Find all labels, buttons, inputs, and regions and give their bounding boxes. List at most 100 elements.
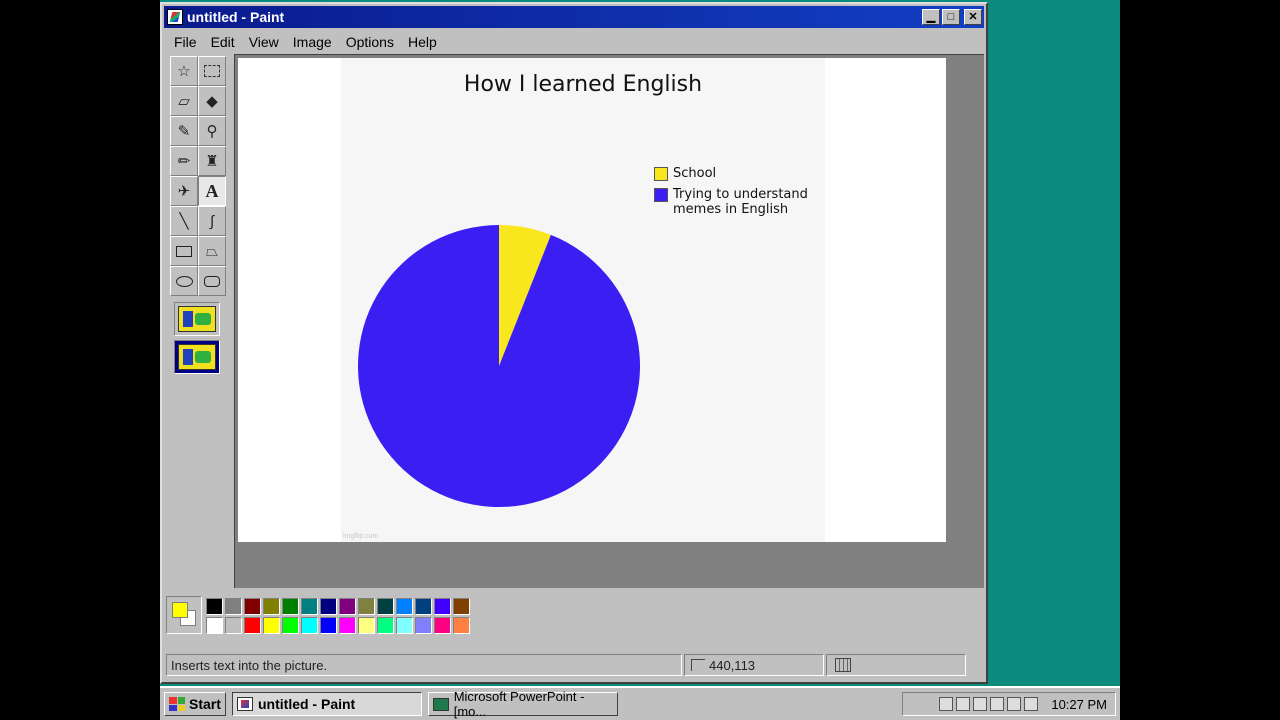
palette-swatch[interactable] [377, 598, 394, 615]
tool-options [174, 302, 224, 374]
chart-legend: School Trying to understand memes in Eng… [654, 166, 813, 223]
palette-swatch[interactable] [453, 617, 470, 634]
magnifier-icon[interactable]: ⚲ [198, 116, 226, 146]
legend-label-school: School [673, 166, 717, 181]
paint-app-icon[interactable] [167, 9, 183, 25]
start-label: Start [189, 696, 221, 712]
windows-logo-icon [169, 697, 185, 711]
transparent-background-option[interactable] [174, 340, 220, 374]
maximize-button[interactable]: □ [942, 9, 960, 25]
start-button[interactable]: Start [164, 692, 226, 716]
tray-icon-1[interactable] [939, 697, 954, 711]
cursor-position: 440,113 [709, 657, 756, 673]
palette-swatch[interactable] [339, 617, 356, 634]
palette-swatch[interactable] [434, 598, 451, 615]
line-icon[interactable]: ╲ [170, 206, 198, 236]
palette-swatch[interactable] [320, 598, 337, 615]
status-size [826, 654, 966, 676]
paint-window: untitled - Paint ▁ □ ✕ File Edit View Im… [160, 2, 988, 684]
palette-swatch[interactable] [415, 598, 432, 615]
palette-swatch[interactable] [320, 617, 337, 634]
menu-image[interactable]: Image [287, 34, 340, 50]
palette-swatch[interactable] [263, 617, 280, 634]
palette-swatch[interactable] [206, 617, 223, 634]
pie-chart: How I learned English School Trying to u… [341, 58, 825, 542]
legend-label-memes: Trying to understand memes in English [673, 187, 808, 217]
pie-chart-svg [357, 225, 640, 508]
menu-options[interactable]: Options [340, 34, 402, 50]
tray-icon-5[interactable] [1024, 697, 1039, 711]
palette-swatch[interactable] [263, 598, 280, 615]
tray-icon-2[interactable] [956, 697, 971, 711]
drawing-canvas[interactable]: How I learned English School Trying to u… [238, 58, 946, 542]
palette-swatch[interactable] [358, 598, 375, 615]
palette-swatch[interactable] [282, 617, 299, 634]
foreground-color[interactable] [172, 602, 188, 618]
status-position: 440,113 [684, 654, 824, 676]
free-select-icon[interactable]: ☆ [170, 56, 198, 86]
menu-bar: File Edit View Image Options Help [168, 32, 445, 52]
legend-swatch-memes [654, 188, 668, 202]
curve-icon[interactable]: ∫ [198, 206, 226, 236]
taskbar-item-powerpoint-label: Microsoft PowerPoint - [mo... [453, 689, 585, 719]
desktop: untitled - Paint ▁ □ ✕ File Edit View Im… [160, 0, 1120, 720]
rect-select-icon[interactable] [198, 56, 226, 86]
palette-swatch[interactable] [396, 617, 413, 634]
tray-icon-4[interactable] [1007, 697, 1022, 711]
palette-swatch[interactable] [396, 598, 413, 615]
cursor-position-icon [691, 659, 705, 671]
volume-icon[interactable] [973, 697, 988, 711]
menu-help[interactable]: Help [402, 34, 445, 50]
taskbar-item-paint[interactable]: untitled - Paint [232, 692, 422, 716]
eraser-icon[interactable]: ▱ [170, 86, 198, 116]
rectangle-icon[interactable] [170, 236, 198, 266]
ellipse-icon[interactable] [170, 266, 198, 296]
palette-swatch[interactable] [377, 617, 394, 634]
taskbar-item-paint-label: untitled - Paint [258, 696, 356, 712]
canvas-area[interactable]: How I learned English School Trying to u… [234, 54, 984, 588]
taskbar-item-powerpoint[interactable]: Microsoft PowerPoint - [mo... [428, 689, 618, 719]
opaque-background-option[interactable] [174, 302, 220, 336]
pencil-icon[interactable]: ✏ [170, 146, 198, 176]
palette-swatch[interactable] [225, 598, 242, 615]
palette-swatch[interactable] [339, 598, 356, 615]
legend-item-memes: Trying to understand memes in English [654, 187, 813, 217]
close-button[interactable]: ✕ [964, 9, 982, 25]
menu-file[interactable]: File [168, 34, 205, 50]
palette-swatch[interactable] [415, 617, 432, 634]
palette-swatch[interactable] [206, 598, 223, 615]
palette-swatch[interactable] [282, 598, 299, 615]
fill-bucket-icon[interactable]: ◆ [198, 86, 226, 116]
clock[interactable]: 10:27 PM [1051, 697, 1107, 712]
airbrush-icon[interactable]: ✈ [170, 176, 198, 206]
brush-icon[interactable]: ♜ [198, 146, 226, 176]
palette-swatch[interactable] [301, 598, 318, 615]
selection-size-icon [835, 658, 851, 672]
polygon-icon[interactable]: ⏢ [198, 236, 226, 266]
palette-swatch[interactable] [358, 617, 375, 634]
palette-swatch[interactable] [301, 617, 318, 634]
palette-swatch[interactable] [244, 598, 261, 615]
paint-task-icon [237, 697, 253, 711]
watermark: imgflip.com [343, 533, 379, 540]
text-icon[interactable]: A [198, 176, 226, 206]
current-colors[interactable] [166, 596, 202, 634]
tray-icon-3[interactable] [990, 697, 1005, 711]
palette-swatch[interactable] [225, 617, 242, 634]
palette-swatch[interactable] [244, 617, 261, 634]
color-palette [166, 596, 472, 640]
palette-swatches [206, 598, 472, 640]
menu-view[interactable]: View [243, 34, 287, 50]
toolbox: ☆ ▱ ◆ ✎ ⚲ ✏ ♜ ✈ A ╲ ∫ ⏢ [170, 56, 228, 378]
status-bar: Inserts text into the picture. 440,113 [166, 654, 982, 678]
status-help-text: Inserts text into the picture. [166, 654, 682, 676]
window-title: untitled - Paint [187, 9, 285, 25]
palette-swatch[interactable] [453, 598, 470, 615]
minimize-button[interactable]: ▁ [922, 9, 940, 25]
color-picker-icon[interactable]: ✎ [170, 116, 198, 146]
legend-item-school: School [654, 166, 813, 181]
rounded-rectangle-icon[interactable] [198, 266, 226, 296]
palette-swatch[interactable] [434, 617, 451, 634]
title-bar[interactable]: untitled - Paint ▁ □ ✕ [164, 6, 984, 28]
menu-edit[interactable]: Edit [205, 34, 243, 50]
